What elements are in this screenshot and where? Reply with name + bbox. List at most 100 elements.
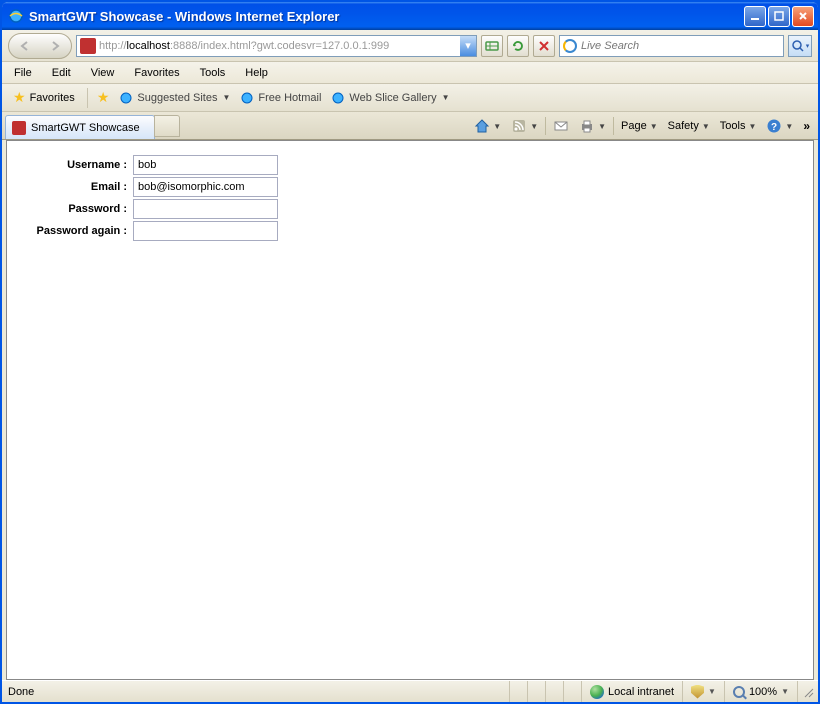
email-input[interactable] bbox=[133, 177, 278, 197]
search-box[interactable]: Live Search bbox=[559, 35, 784, 57]
stop-button[interactable] bbox=[533, 35, 555, 57]
username-label: Username : bbox=[13, 155, 133, 171]
forward-button[interactable] bbox=[40, 35, 70, 57]
window-buttons bbox=[744, 6, 814, 27]
separator bbox=[545, 117, 546, 135]
home-icon bbox=[474, 118, 490, 134]
globe-icon bbox=[590, 685, 604, 699]
web-slice-label: Web Slice Gallery bbox=[349, 92, 436, 104]
web-slice-gallery[interactable]: Web Slice Gallery ▼ bbox=[327, 89, 453, 107]
form-row-password-again: Password again : bbox=[13, 221, 807, 241]
status-cells: Local intranet ▼ 100% ▼ bbox=[509, 681, 818, 702]
address-bar[interactable]: http://localhost:8888/index.html?gwt.cod… bbox=[76, 35, 477, 57]
chevron-down-icon: ▼ bbox=[785, 122, 793, 131]
free-hotmail-label: Free Hotmail bbox=[258, 92, 321, 104]
search-go-button[interactable]: ▾ bbox=[788, 35, 812, 57]
feeds-button[interactable]: ▼ bbox=[508, 116, 541, 136]
chevron-down-icon: ▼ bbox=[223, 93, 231, 102]
menu-help[interactable]: Help bbox=[235, 64, 278, 82]
safety-menu[interactable]: Safety ▼ bbox=[665, 118, 713, 134]
chevron-down-icon: ▼ bbox=[781, 687, 789, 696]
status-protected-mode[interactable]: ▼ bbox=[682, 681, 724, 702]
menu-view[interactable]: View bbox=[81, 64, 125, 82]
new-tab-button[interactable] bbox=[154, 115, 180, 137]
suggested-sites-label: Suggested Sites bbox=[137, 92, 217, 104]
menu-favorites[interactable]: Favorites bbox=[124, 64, 189, 82]
add-favorite-button[interactable]: ★ bbox=[93, 87, 114, 108]
menu-tools[interactable]: Tools bbox=[190, 64, 236, 82]
favorites-bar: ★ Favorites ★ Suggested Sites ▼ Free Hot… bbox=[2, 84, 818, 112]
tools-label: Tools bbox=[720, 120, 746, 132]
tab-favicon bbox=[12, 121, 26, 135]
status-zone[interactable]: Local intranet bbox=[581, 681, 682, 702]
command-bar: ▼ ▼ ▼ Page ▼ Safety ▼ bbox=[471, 116, 815, 139]
password-input[interactable] bbox=[133, 199, 278, 219]
password-again-label: Password again : bbox=[13, 221, 133, 237]
titlebar: SmartGWT Showcase - Windows Internet Exp… bbox=[2, 2, 818, 30]
minimize-button[interactable] bbox=[744, 6, 766, 27]
nav-arrows bbox=[8, 33, 72, 59]
nav-bar: http://localhost:8888/index.html?gwt.cod… bbox=[2, 30, 818, 62]
ie-icon bbox=[240, 91, 254, 105]
status-empty-3 bbox=[545, 681, 563, 702]
printer-icon bbox=[579, 118, 595, 134]
form-row-email: Email : bbox=[13, 177, 807, 197]
mail-icon bbox=[553, 118, 569, 134]
zone-label: Local intranet bbox=[608, 686, 674, 698]
home-button[interactable]: ▼ bbox=[471, 116, 504, 136]
zoom-value: 100% bbox=[749, 686, 777, 698]
menu-bar: File Edit View Favorites Tools Help bbox=[2, 62, 818, 84]
chevron-down-icon: ▼ bbox=[708, 687, 716, 696]
favorites-button[interactable]: ★ Favorites bbox=[6, 85, 82, 110]
back-button[interactable] bbox=[10, 35, 40, 57]
form-row-password: Password : bbox=[13, 199, 807, 219]
tab-active[interactable]: SmartGWT Showcase bbox=[5, 115, 155, 139]
refresh-button[interactable] bbox=[507, 35, 529, 57]
status-text: Done bbox=[8, 686, 509, 698]
url-host: localhost bbox=[127, 40, 170, 52]
search-placeholder: Live Search bbox=[581, 40, 639, 52]
menu-edit[interactable]: Edit bbox=[42, 64, 81, 82]
overflow-button[interactable]: » bbox=[800, 119, 813, 133]
chevron-down-icon: ▼ bbox=[702, 122, 710, 131]
tools-menu[interactable]: Tools ▼ bbox=[717, 118, 760, 134]
window-title: SmartGWT Showcase - Windows Internet Exp… bbox=[29, 9, 744, 24]
url-rest: :8888/index.html?gwt.codesvr=127.0.0.1:9… bbox=[170, 40, 389, 52]
close-button[interactable] bbox=[792, 6, 814, 27]
suggested-sites[interactable]: Suggested Sites ▼ bbox=[115, 89, 234, 107]
tab-bar: SmartGWT Showcase ▼ ▼ ▼ Page ▼ bbox=[2, 112, 818, 140]
address-dropdown[interactable]: ▾ bbox=[460, 36, 476, 56]
chevron-down-icon: ▼ bbox=[598, 122, 606, 131]
menu-file[interactable]: File bbox=[4, 64, 42, 82]
shield-icon bbox=[691, 685, 704, 699]
chevron-down-icon: ▼ bbox=[748, 122, 756, 131]
free-hotmail[interactable]: Free Hotmail bbox=[236, 89, 325, 107]
star-icon: ★ bbox=[13, 89, 26, 106]
compat-view-button[interactable] bbox=[481, 35, 503, 57]
site-icon bbox=[80, 38, 96, 54]
username-input[interactable] bbox=[133, 155, 278, 175]
ie-logo-icon bbox=[8, 8, 24, 24]
grip-icon bbox=[802, 686, 814, 698]
url-prefix: http:// bbox=[99, 40, 127, 52]
separator bbox=[87, 88, 88, 108]
favorites-label: Favorites bbox=[30, 92, 75, 104]
ie-icon bbox=[119, 91, 133, 105]
maximize-button[interactable] bbox=[768, 6, 790, 27]
page-label: Page bbox=[621, 120, 647, 132]
help-button[interactable]: ? ▼ bbox=[763, 116, 796, 136]
separator bbox=[613, 117, 614, 135]
chevron-down-icon: ▼ bbox=[442, 93, 450, 102]
chevron-down-icon: ▼ bbox=[530, 122, 538, 131]
status-zoom[interactable]: 100% ▼ bbox=[724, 681, 797, 702]
resize-grip[interactable] bbox=[797, 681, 818, 702]
print-button[interactable]: ▼ bbox=[576, 116, 609, 136]
password-again-input[interactable] bbox=[133, 221, 278, 241]
page-menu[interactable]: Page ▼ bbox=[618, 118, 661, 134]
svg-text:?: ? bbox=[771, 122, 777, 133]
help-icon: ? bbox=[766, 118, 782, 134]
read-mail-button[interactable] bbox=[550, 116, 572, 136]
email-label: Email : bbox=[13, 177, 133, 193]
chevron-down-icon: ▼ bbox=[493, 122, 501, 131]
status-empty-2 bbox=[527, 681, 545, 702]
